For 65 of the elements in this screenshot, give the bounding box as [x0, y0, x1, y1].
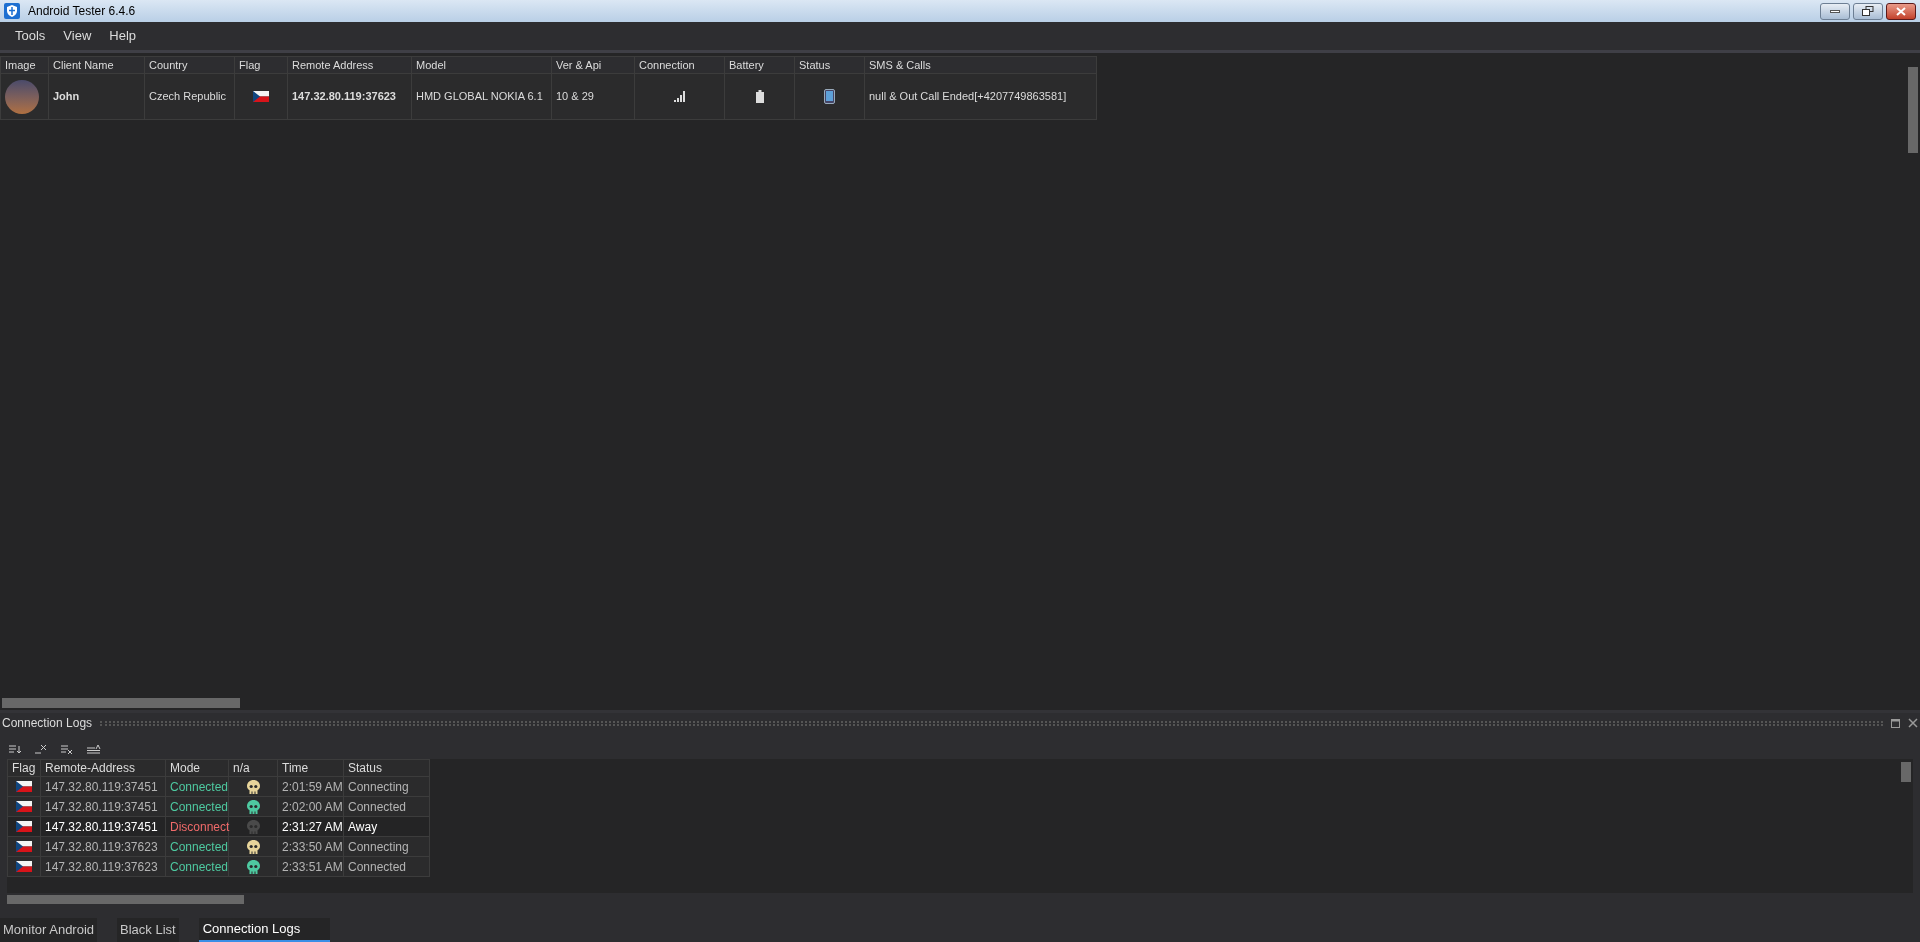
- battery-icon: [755, 90, 764, 103]
- table-cell-text: 2:01:59 AM: [282, 778, 343, 796]
- close-button[interactable]: [1886, 2, 1916, 20]
- shield-icon: [4, 3, 20, 19]
- table-cell-text: 147.32.80.119:37623: [45, 858, 158, 876]
- table-cell-text: 147.32.80.119:37623: [292, 89, 396, 105]
- bottom-tab[interactable]: Monitor Android: [0, 918, 98, 942]
- flag-icon: [16, 781, 32, 792]
- mode-text: Disconnect: [170, 818, 230, 836]
- restore-button[interactable]: [1853, 2, 1883, 20]
- table-cell-text: 2:31:27 AM: [282, 818, 343, 836]
- table-cell-text: Connecting: [348, 838, 409, 856]
- mode-text: Connected: [170, 838, 229, 856]
- bottom-tab[interactable]: Connection Logs: [198, 918, 331, 942]
- clear-icon[interactable]: [35, 744, 47, 754]
- table-cell-text: 147.32.80.119:37451: [45, 818, 158, 836]
- menu-item[interactable]: Help: [102, 26, 144, 46]
- panel-title: Connection Logs: [2, 715, 93, 732]
- vertical-scrollbar[interactable]: [1901, 762, 1911, 782]
- log-row[interactable]: 147.32.80.119:37451 Connected 2:02:00 AM Connected: [7, 797, 430, 817]
- table-cell-text: HMD GLOBAL NOKIA 6.1: [416, 89, 543, 105]
- flag-icon: [16, 841, 32, 852]
- font-list-icon[interactable]: [87, 744, 101, 754]
- menu-item[interactable]: Tools: [8, 26, 53, 46]
- log-row[interactable]: 147.32.80.119:37451 Disconnect 2:31:27 AM Away: [7, 817, 430, 837]
- phone-icon: [824, 89, 835, 104]
- mode-text: Connected: [170, 798, 229, 816]
- table-cell-text: Connecting: [348, 778, 409, 796]
- horizontal-scrollbar[interactable]: [7, 895, 244, 904]
- log-row[interactable]: 147.32.80.119:37623 Connected 2:33:50 AM Connecting: [7, 837, 430, 857]
- table-cell-text: 2:33:50 AM: [282, 838, 343, 856]
- close-icon[interactable]: [1908, 718, 1918, 728]
- maximize-icon[interactable]: [1891, 718, 1900, 728]
- table-cell-text: Away: [348, 818, 378, 836]
- avatar-placeholder: [5, 79, 39, 114]
- minimize-button[interactable]: [1820, 2, 1850, 20]
- table-cell-text: John: [53, 89, 80, 105]
- horizontal-scrollbar[interactable]: [2, 698, 240, 708]
- menu-item[interactable]: View: [56, 26, 99, 46]
- flag-icon: [16, 821, 32, 832]
- table-cell-text: 10 & 29: [556, 89, 594, 105]
- table-cell-text: 2:02:00 AM: [282, 798, 343, 816]
- flag-icon: [16, 801, 32, 812]
- mode-text: Connected: [170, 778, 229, 796]
- signal-icon: [673, 91, 686, 102]
- clear-list-icon[interactable]: [61, 744, 73, 754]
- log-row[interactable]: 147.32.80.119:37623 Connected 2:33:51 AM Connected: [7, 857, 430, 877]
- window-title: Android Tester 6.4.6: [28, 3, 136, 20]
- table-cell-text: Connected: [348, 858, 407, 876]
- table-cell-text: Czech Republic: [149, 89, 227, 105]
- log-row[interactable]: 147.32.80.119:37451 Connected 2:01:59 AM Connecting: [7, 777, 430, 797]
- flag-icon: [16, 861, 32, 872]
- table-cell-text: null & Out Call Ended[+4207749863581]: [869, 89, 1067, 105]
- table-cell-text: 2:33:51 AM: [282, 858, 343, 876]
- table-cell-text: Connected: [348, 798, 407, 816]
- bottom-tab[interactable]: Black List: [117, 918, 179, 942]
- vertical-scrollbar[interactable]: [1908, 67, 1918, 153]
- table-cell-text: 147.32.80.119:37623: [45, 838, 158, 856]
- close-icon: [1896, 6, 1906, 16]
- sort-icon[interactable]: [9, 744, 21, 754]
- mode-text: Connected: [170, 858, 229, 876]
- table-cell-text: 147.32.80.119:37451: [45, 798, 158, 816]
- table-cell-text: 147.32.80.119:37451: [45, 778, 158, 796]
- flag-icon: [253, 91, 269, 102]
- restore-icon: [1862, 6, 1874, 16]
